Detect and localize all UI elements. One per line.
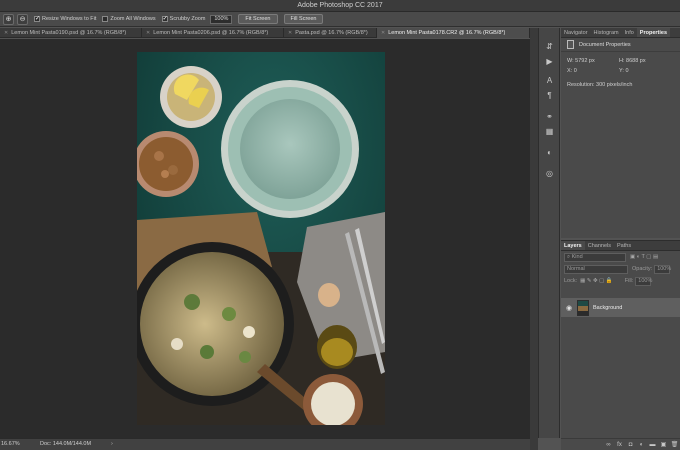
- resize-windows-label: Resize Windows to Fit: [42, 16, 97, 22]
- document-tab-active[interactable]: ✕ Lemon Mint Pasta0178.CR2 @ 16.7% (RGB/8…: [377, 28, 530, 38]
- filter-icons[interactable]: ▣ ◐ T ▢ ▤: [630, 254, 658, 260]
- properties-header: Document Properties: [561, 38, 680, 52]
- close-icon[interactable]: ✕: [288, 28, 292, 38]
- zoom-all-windows-checkbox[interactable]: Zoom All Windows: [102, 16, 156, 22]
- new-layer-icon[interactable]: ▣: [658, 441, 669, 448]
- document-tabs: ✕ Lemon Mint Pasta0190.psd @ 16.7% (RGB/8…: [0, 28, 530, 38]
- document-tab[interactable]: ✕ Pasta.psd @ 16.7% (RGB/8*): [284, 28, 377, 38]
- blend-row: Normal Opacity: 100%: [561, 263, 680, 275]
- status-bar: 16.67% Doc: 144.0M/144.0M ›: [0, 438, 530, 450]
- tab-channels[interactable]: Channels: [585, 241, 614, 250]
- opacity-label: Opacity:: [632, 266, 653, 272]
- move-tool-icon[interactable]: ⇵: [543, 42, 556, 52]
- trash-icon[interactable]: 🗑: [669, 441, 680, 448]
- x-value[interactable]: 0: [574, 68, 577, 74]
- title-bar: Adobe Photoshop CC 2017: [0, 0, 680, 12]
- document-size-readout: Doc: 144.0M/144.0M: [40, 441, 92, 447]
- fill-screen-button[interactable]: Fill Screen: [283, 14, 324, 24]
- properties-title: Document Properties: [579, 41, 631, 48]
- chevron-right-icon[interactable]: ›: [111, 439, 113, 450]
- layer-row-background[interactable]: ◉ Background: [561, 298, 680, 317]
- visibility-eye-icon[interactable]: ◉: [564, 304, 574, 312]
- styles-icon[interactable]: ◐: [543, 148, 556, 158]
- height-value[interactable]: 8688 px: [626, 58, 646, 64]
- fx-icon[interactable]: fx: [614, 442, 625, 448]
- resolution-text: Resolution: 300 pixels/inch: [567, 82, 633, 88]
- layer-comps-icon[interactable]: ◎: [543, 169, 556, 179]
- zoom-in-icon[interactable]: ⊕: [3, 13, 14, 25]
- character-icon[interactable]: A: [543, 76, 556, 86]
- resize-windows-checkbox[interactable]: Resize Windows to Fit: [34, 15, 97, 22]
- tab-properties[interactable]: Properties: [636, 28, 671, 37]
- lock-label: Lock:: [564, 278, 578, 284]
- width-label: W:: [567, 58, 574, 64]
- adjustments-icon[interactable]: ⚭: [543, 112, 556, 122]
- y-value[interactable]: 0: [625, 68, 628, 74]
- tab-navigator[interactable]: Navigator: [561, 28, 591, 37]
- layers-footer: ∞ fx ◘ ◐ ▬ ▣ 🗑: [561, 438, 680, 450]
- layer-name[interactable]: Background: [593, 305, 622, 311]
- checkbox-icon: [34, 15, 40, 22]
- height-label: H:: [619, 58, 625, 64]
- scrubby-zoom-checkbox[interactable]: Scrubby Zoom: [161, 15, 206, 22]
- size-row: W: 5792 px H: 8688 px: [561, 56, 680, 66]
- panel-tabs: Navigator Histogram Info Properties: [561, 28, 680, 38]
- tab-layers[interactable]: Layers: [561, 241, 585, 250]
- tab-info[interactable]: Info: [622, 28, 637, 37]
- width-value[interactable]: 5792 px: [575, 58, 595, 64]
- tab-histogram[interactable]: Histogram: [591, 28, 622, 37]
- document-image[interactable]: [137, 52, 385, 425]
- filter-row: ⌕ Kind ▣ ◐ T ▢ ▤: [561, 251, 680, 263]
- document-icon: [567, 40, 574, 49]
- canvas-area[interactable]: [0, 39, 530, 438]
- link-layers-icon[interactable]: ∞: [603, 442, 614, 448]
- position-row: X: 0 Y: 0: [561, 66, 680, 76]
- lock-row: Lock: ▦ ✎ ✥ ▢ 🔒 Fill: 100%: [561, 275, 680, 287]
- layers-panel: Layers Channels Paths ⌕ Kind ▣ ◐ T ▢ ▤ N…: [561, 240, 680, 450]
- blend-mode-select[interactable]: Normal: [564, 264, 628, 274]
- checkbox-icon: [161, 15, 168, 22]
- tab-paths[interactable]: Paths: [614, 241, 634, 250]
- zoom-out-icon[interactable]: ⊖: [17, 13, 28, 25]
- zoom-all-windows-label: Zoom All Windows: [110, 16, 156, 22]
- properties-panel: Navigator Histogram Info Properties Docu…: [561, 28, 680, 238]
- checkbox-icon: [102, 16, 109, 22]
- opacity-field[interactable]: 100%: [654, 264, 671, 274]
- document-tab[interactable]: ✕ Lemon Mint Pasta0206.psd @ 16.7% (RGB/8…: [142, 28, 284, 38]
- layers-panel-tabs: Layers Channels Paths: [561, 241, 680, 251]
- fill-label: Fill:: [624, 278, 634, 284]
- food-photo: [137, 52, 385, 425]
- new-group-icon[interactable]: ▬: [647, 442, 658, 448]
- layer-thumbnail: [577, 299, 589, 316]
- document-tab[interactable]: ✕ Lemon Mint Pasta0190.psd @ 16.7% (RGB/8…: [0, 28, 142, 38]
- window-title: Adobe Photoshop CC 2017: [297, 2, 383, 9]
- options-bar: ⊕ ⊖ Resize Windows to Fit Zoom All Windo…: [0, 12, 680, 27]
- zoom-readout[interactable]: 16.67%: [1, 439, 20, 450]
- close-icon[interactable]: ✕: [146, 28, 150, 38]
- add-mask-icon[interactable]: ◘: [625, 442, 636, 448]
- y-label: Y:: [619, 68, 624, 74]
- zoom-percent-field[interactable]: 100%: [210, 14, 233, 24]
- panel-icon-strip: ⇵ ▶ A ¶ ⚭ ▦ ◐ ◎: [538, 28, 560, 438]
- play-icon[interactable]: ▶: [543, 57, 556, 67]
- x-label: X:: [567, 68, 573, 74]
- lock-icons[interactable]: ▦ ✎ ✥ ▢ 🔒: [580, 278, 613, 284]
- paragraph-icon[interactable]: ¶: [543, 91, 556, 101]
- scrubby-zoom-label: Scrubby Zoom: [169, 16, 206, 22]
- fit-screen-button[interactable]: Fit Screen: [238, 14, 278, 24]
- panel-gap: [530, 28, 538, 450]
- close-icon[interactable]: ✕: [4, 28, 8, 38]
- search-icon: ⌕: [567, 253, 571, 260]
- kind-filter-select[interactable]: ⌕ Kind: [564, 252, 626, 262]
- swatches-grid-icon[interactable]: ▦: [543, 127, 556, 137]
- fill-field[interactable]: 100%: [635, 276, 652, 286]
- close-icon[interactable]: ✕: [381, 28, 385, 38]
- adjustment-layer-icon[interactable]: ◐: [636, 442, 647, 448]
